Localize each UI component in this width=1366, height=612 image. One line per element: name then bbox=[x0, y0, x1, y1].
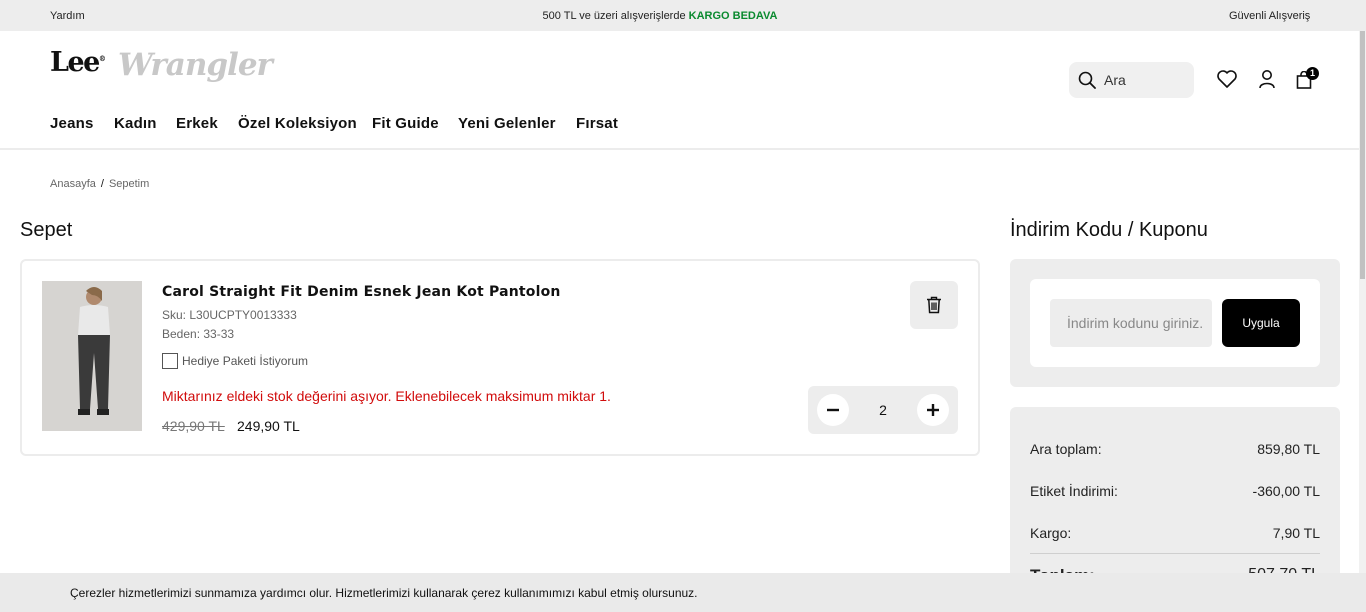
coupon-title: İndirim Kodu / Kuponu bbox=[1010, 219, 1208, 241]
nav-item-erkek[interactable]: Erkek bbox=[176, 115, 218, 132]
subtotal-label: Ara toplam: bbox=[1030, 441, 1102, 457]
coupon-code-input[interactable] bbox=[1050, 299, 1212, 347]
nav-item-yeni-gelenler[interactable]: Yeni Gelenler bbox=[458, 115, 556, 132]
breadcrumb-separator: / bbox=[100, 178, 104, 190]
header-divider bbox=[0, 148, 1359, 150]
product-name[interactable]: Carol Straight Fit Denim Esnek Jean Kot … bbox=[162, 284, 561, 300]
discount-label: Etiket İndirimi: bbox=[1030, 483, 1118, 499]
promo-highlight: KARGO BEDAVA bbox=[688, 10, 778, 22]
nav-item-fit-guide[interactable]: Fit Guide bbox=[372, 115, 439, 132]
search-input[interactable]: Ara bbox=[1104, 72, 1126, 88]
coupon-form: Uygula bbox=[1030, 279, 1320, 367]
cookie-text: Çerezler hizmetlerimizi sunmamıza yardım… bbox=[70, 586, 698, 600]
plus-icon bbox=[927, 404, 939, 416]
quantity-stepper: 2 bbox=[808, 386, 958, 434]
product-image-illustration bbox=[42, 281, 142, 431]
cart-item-card: Carol Straight Fit Denim Esnek Jean Kot … bbox=[20, 259, 980, 456]
sale-price: 249,90 TL bbox=[237, 418, 300, 434]
shipping-value: 7,90 TL bbox=[1272, 525, 1320, 541]
cart-count-badge: 1 bbox=[1306, 67, 1319, 80]
product-size: Beden: 33-33 bbox=[162, 327, 235, 341]
product-sku: Sku: L30UCPTY0013333 bbox=[162, 308, 297, 322]
increase-quantity-button[interactable] bbox=[917, 394, 949, 426]
page-scrollbar[interactable] bbox=[1359, 31, 1366, 612]
gift-wrap-label: Hediye Paketi İstiyorum bbox=[182, 354, 309, 368]
user-icon[interactable] bbox=[1258, 69, 1276, 89]
nav-item-firsat[interactable]: Fırsat bbox=[576, 115, 618, 132]
top-announcement-bar: Yardım 500 TL ve üzeri alışverişlerde KA… bbox=[0, 0, 1366, 31]
breadcrumb: Anasayfa / Sepetim bbox=[50, 178, 149, 190]
remove-item-button[interactable] bbox=[910, 281, 958, 329]
scrollbar-thumb[interactable] bbox=[1360, 31, 1365, 279]
nav-item-ozel-koleksiyon[interactable]: Özel Koleksiyon bbox=[238, 115, 357, 132]
free-shipping-promo: 500 TL ve üzeri alışverişlerde KARGO BED… bbox=[0, 10, 1320, 22]
subtotal-value: 859,80 TL bbox=[1257, 441, 1320, 457]
search-icon bbox=[1078, 71, 1096, 89]
nav-item-kadin[interactable]: Kadın bbox=[114, 115, 157, 132]
lee-logo[interactable]: Lee® bbox=[50, 47, 106, 78]
discount-value: -360,00 TL bbox=[1252, 483, 1320, 499]
wrangler-logo[interactable]: Wrangler bbox=[118, 47, 273, 83]
lee-logo-text: Lee bbox=[50, 47, 100, 78]
nav-item-jeans[interactable]: Jeans bbox=[50, 115, 94, 132]
search-box[interactable]: Ara bbox=[1069, 62, 1194, 98]
heart-icon[interactable] bbox=[1216, 69, 1238, 89]
breadcrumb-home[interactable]: Anasayfa bbox=[50, 178, 96, 190]
coupon-panel: Uygula bbox=[1010, 259, 1340, 387]
secure-shopping-link[interactable]: Güvenli Alışveriş bbox=[1229, 10, 1310, 22]
original-price: 429,90 TL bbox=[162, 418, 225, 434]
gift-wrap-checkbox[interactable] bbox=[162, 353, 178, 369]
summary-divider bbox=[1030, 553, 1320, 554]
cart-title: Sepet bbox=[20, 219, 73, 241]
stock-warning: Miktarınız eldeki stok değerini aşıyor. … bbox=[162, 388, 611, 404]
gift-wrap-option[interactable]: Hediye Paketi İstiyorum bbox=[162, 353, 308, 369]
cookie-banner: Çerezler hizmetlerimizi sunmamıza yardım… bbox=[0, 573, 1366, 612]
promo-text: 500 TL ve üzeri alışverişlerde bbox=[542, 10, 686, 22]
breadcrumb-current: Sepetim bbox=[108, 178, 150, 190]
product-image[interactable] bbox=[42, 281, 142, 431]
lee-logo-registered: ® bbox=[98, 54, 106, 63]
shipping-label: Kargo: bbox=[1030, 525, 1072, 541]
trash-icon bbox=[927, 296, 941, 314]
apply-coupon-button[interactable]: Uygula bbox=[1222, 299, 1300, 347]
